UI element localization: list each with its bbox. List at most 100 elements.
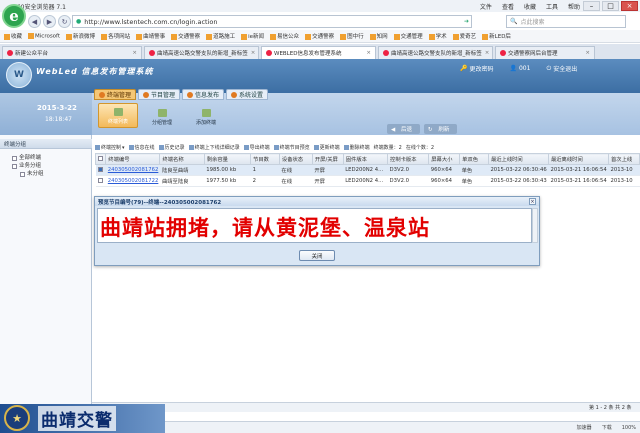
favorite-item[interactable]: 图中行 <box>340 32 364 40</box>
column-header[interactable]: 控制卡版本 <box>387 153 430 165</box>
column-header[interactable]: 最近离线时间 <box>547 153 609 165</box>
back-button[interactable]: ◀ 后退 <box>387 124 420 134</box>
table-header-row: 终端编号 终端名称 剩余容量 节目数 设备状态 开屏/关屏 固件版本 控制卡版本… <box>94 153 640 165</box>
tab-program-management[interactable]: 节目管理 <box>138 89 181 100</box>
export-button[interactable]: 导出终端 <box>243 144 270 151</box>
favorite-item[interactable]: 易信公众 <box>270 32 299 40</box>
terminal-control-button[interactable]: 终端控制 ▾ <box>95 144 125 151</box>
column-header[interactable]: 终端编号 <box>105 153 161 165</box>
menu-favorites[interactable]: 收藏 <box>524 2 536 11</box>
tab-close-icon[interactable]: × <box>363 50 371 56</box>
tree-item-business[interactable]: 业务分组 <box>12 162 44 170</box>
browser-tab[interactable]: 交通警察网后台管理 × <box>495 46 595 59</box>
favorite-item[interactable]: 新浪微博 <box>66 32 95 40</box>
favorite-item[interactable]: 各项网站 <box>101 32 130 40</box>
column-header[interactable]: 单双色 <box>459 153 489 165</box>
tab-close-icon[interactable]: × <box>129 50 137 56</box>
table-cell: LED200N2 4... <box>343 175 388 187</box>
terminal-id-link[interactable]: 240305002081722 <box>105 175 160 187</box>
column-header[interactable]: 最近上线时间 <box>487 153 549 165</box>
refresh-icon[interactable]: ↻ <box>58 15 71 28</box>
change-password-link[interactable]: 🔑 更改密码 <box>460 64 494 73</box>
browser-tab[interactable]: 曲靖高速公路交警支队的新增_新标签 × <box>144 46 259 59</box>
history-button[interactable]: 历史记录 <box>158 144 185 151</box>
favorite-item[interactable]: 曲靖警事 <box>136 32 165 40</box>
accelerator-button[interactable]: 加速器 <box>577 424 592 431</box>
column-header[interactable]: 节目数 <box>250 153 280 165</box>
tab-close-icon[interactable]: × <box>482 50 490 56</box>
favorite-item[interactable]: 交通警察 <box>171 32 200 40</box>
preview-scrollbar[interactable] <box>532 208 538 243</box>
back-icon[interactable]: ◀ <box>28 15 41 28</box>
address-bar[interactable]: ● http://www.lstentech.com.cn/login.acti… <box>72 15 472 28</box>
table-row[interactable]: 240305002081762 陆良至曲靖 1985.00 kb 1 在线 开屏… <box>95 164 640 176</box>
table-cell: 960×64 <box>428 175 460 187</box>
dialog-close-icon[interactable]: × <box>529 198 536 205</box>
tab-close-icon[interactable]: × <box>582 50 590 56</box>
menu-file[interactable]: 文件 <box>480 2 492 11</box>
zoom-level[interactable]: 100% <box>622 425 636 431</box>
tree-item-all[interactable]: 全部终端 <box>12 154 44 162</box>
maximize-button[interactable]: □ <box>602 1 619 11</box>
close-button[interactable]: 关闭 <box>299 250 335 261</box>
delete-button[interactable]: 删除终端 <box>343 144 370 151</box>
column-header[interactable]: 开屏/关屏 <box>311 153 344 165</box>
favorite-item[interactable]: 交通管理 <box>393 32 423 40</box>
column-header[interactable] <box>94 153 107 165</box>
row-checkbox[interactable] <box>97 177 103 183</box>
forward-icon[interactable]: ▶ <box>43 15 56 28</box>
favorite-item[interactable]: Microsoft <box>28 32 60 39</box>
browser-tab[interactable]: 新建公众平台 × <box>2 46 142 59</box>
key-icon: 🔑 <box>460 65 468 72</box>
terminal-list-button[interactable]: 终端列表 <box>98 103 138 128</box>
delete-icon <box>343 145 349 150</box>
go-icon[interactable]: ➜ <box>464 18 469 25</box>
menu-view[interactable]: 查看 <box>502 2 514 11</box>
menu-help[interactable]: 帮助 <box>568 2 580 11</box>
favorite-item[interactable]: 爱奇艺 <box>452 32 476 40</box>
column-header[interactable]: 屏幕大小 <box>428 153 461 165</box>
column-header[interactable]: 固件版本 <box>342 153 389 165</box>
favorite-item[interactable]: 学术 <box>428 32 447 40</box>
favorite-item[interactable]: 道路施工 <box>206 32 235 40</box>
refresh-button[interactable]: ↻ 刷新 <box>424 124 458 134</box>
favorite-item[interactable]: 收藏 <box>4 32 22 40</box>
browser-titlebar: 360安全浏览器 7.1 文件 查看 收藏 工具 帮助 – □ × <box>0 0 640 12</box>
table-cell: 陆良至曲靖 <box>159 164 205 176</box>
browser-tab[interactable]: 曲靖高速公路交警支队的新增_新标签 × <box>378 46 493 59</box>
tree-item-ungrouped[interactable]: 未分组 <box>12 170 44 178</box>
online-info-button[interactable]: 信息在线 <box>128 144 155 151</box>
update-button[interactable]: 更新终端 <box>313 144 340 151</box>
favorite-item[interactable]: 知网 <box>369 32 388 40</box>
column-header[interactable]: 首次上线 <box>607 153 640 165</box>
row-checkbox[interactable] <box>97 166 103 172</box>
group-management-button[interactable]: 分组管理 <box>142 103 182 128</box>
tab-info-publish[interactable]: 信息发布 <box>182 89 225 100</box>
terminal-id-link[interactable]: 240305002081762 <box>105 164 160 176</box>
column-header[interactable]: 设备状态 <box>278 153 313 165</box>
select-all-checkbox[interactable] <box>98 155 103 161</box>
favorite-item[interactable]: 新LED后 <box>482 32 511 40</box>
close-window-button[interactable]: × <box>621 1 638 11</box>
row-checkbox-cell[interactable] <box>95 175 106 187</box>
url-text[interactable]: http://www.lstentech.com.cn/login.action <box>84 18 217 26</box>
browser-tab-active[interactable]: WEBLED信息发布管理系统 × <box>261 46 376 59</box>
main-tabs: 终端管理 节目管理 信息发布 系统设置 <box>94 89 269 100</box>
tab-system-settings[interactable]: 系统设置 <box>226 89 269 100</box>
online-log-button[interactable]: 终端上下线详细记录 <box>188 144 240 151</box>
menu-tools[interactable]: 工具 <box>546 2 558 11</box>
preview-button[interactable]: 终端节目预览 <box>273 144 310 151</box>
favorite-item[interactable]: 交通警察 <box>305 32 334 40</box>
tab-terminal-management[interactable]: 终端管理 <box>94 89 137 100</box>
tab-close-icon[interactable]: × <box>248 50 256 56</box>
logout-link[interactable]: ⏻ 安全退出 <box>546 64 577 74</box>
add-terminal-button[interactable]: 添加终端 <box>186 103 226 128</box>
minimize-button[interactable]: – <box>583 1 600 11</box>
row-checkbox-cell[interactable] <box>95 164 106 176</box>
column-header[interactable]: 剩余容量 <box>203 153 252 165</box>
table-row[interactable]: 240305002081722 曲靖至陆良 1977.50 kb 2 在线 开屏… <box>95 175 640 187</box>
search-input[interactable]: 🔍 点此搜索 <box>506 15 626 28</box>
favorite-item[interactable]: ie新闻 <box>241 32 264 40</box>
column-header[interactable]: 终端名称 <box>159 153 205 165</box>
download-button[interactable]: 下载 <box>602 424 612 431</box>
